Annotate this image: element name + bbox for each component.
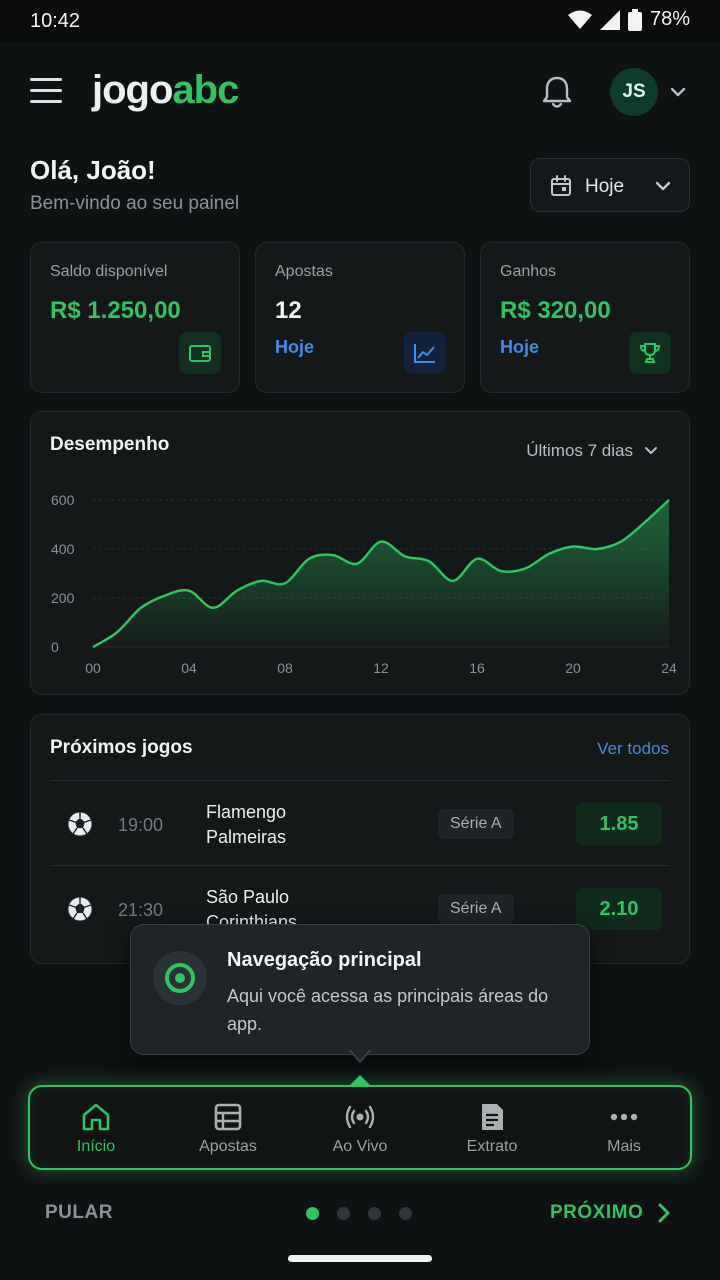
date-filter-select[interactable]: Hoje	[530, 158, 690, 212]
x-tick-label: 08	[277, 660, 293, 676]
soccer-ball-icon	[67, 811, 93, 837]
hamburger-menu-button[interactable]	[30, 78, 62, 104]
tooltip-title: Navegação principal	[227, 949, 422, 971]
notifications-bell-icon[interactable]	[540, 74, 574, 110]
cell-signal-icon	[599, 9, 620, 30]
next-button[interactable]: PRÓXIMO	[550, 1202, 671, 1224]
chevron-right-icon	[658, 1203, 670, 1223]
x-tick-label: 20	[565, 660, 581, 676]
progress-dot-active	[306, 1207, 319, 1220]
app-logo: jogoabc	[92, 68, 239, 112]
target-icon	[153, 951, 207, 1005]
bets-period: Hoje	[275, 337, 315, 357]
bets-label: Apostas	[275, 263, 333, 280]
nav-label: Ao Vivo	[332, 1138, 388, 1155]
more-icon	[610, 1113, 638, 1121]
see-all-link[interactable]: Ver todos	[597, 739, 669, 759]
bottom-navigation: Início Apostas Ao Vivo Extrato Mais	[28, 1085, 692, 1170]
balance-label: Saldo disponível	[50, 263, 168, 280]
y-tick-label: 200	[51, 590, 75, 606]
battery-icon	[627, 8, 642, 31]
onboarding-progress-dots	[306, 1207, 412, 1220]
nav-item-bets[interactable]: Apostas	[162, 1087, 294, 1168]
soccer-ball-icon	[67, 896, 93, 922]
nav-label: Início	[76, 1138, 116, 1155]
wifi-icon	[567, 10, 592, 29]
bets-value: 12	[275, 297, 302, 324]
line-chart-icon	[404, 332, 446, 374]
nav-item-home[interactable]: Início	[30, 1087, 162, 1168]
list-icon	[214, 1103, 242, 1131]
next-label: PRÓXIMO	[550, 1202, 644, 1223]
live-broadcast-icon	[345, 1105, 375, 1129]
winnings-label: Ganhos	[500, 263, 557, 280]
nav-item-more[interactable]: Mais	[558, 1087, 690, 1168]
skip-button[interactable]: PULAR	[45, 1202, 113, 1224]
y-tick-label: 600	[51, 492, 75, 508]
league-badge: Série A	[438, 809, 514, 839]
game-row[interactable]: 19:00 Flamengo Palmeiras Série A 1.85	[50, 780, 670, 866]
calendar-icon	[551, 175, 571, 196]
greeting-title: Olá, João!	[30, 155, 156, 185]
nav-item-statement[interactable]: Extrato	[426, 1087, 558, 1168]
home-indicator	[288, 1255, 432, 1262]
x-tick-label: 04	[181, 660, 197, 676]
nav-highlight-caret	[350, 1075, 370, 1085]
home-icon	[82, 1103, 110, 1131]
chevron-down-icon	[655, 181, 671, 191]
games-title: Próximos jogos	[50, 737, 193, 758]
nav-label: Apostas	[199, 1138, 257, 1155]
balance-card[interactable]: Saldo disponível R$ 1.250,00	[30, 242, 240, 393]
balance-value: R$ 1.250,00	[50, 297, 181, 324]
wallet-icon	[179, 332, 221, 374]
odd-button[interactable]: 1.85	[576, 803, 662, 845]
status-icons: 78%	[567, 8, 690, 31]
nav-label: Extrato	[466, 1138, 518, 1155]
x-tick-label: 24	[661, 660, 677, 676]
away-team: Palmeiras	[206, 827, 287, 847]
battery-level: 78%	[649, 8, 690, 30]
greeting-subtitle: Bem-vindo ao seu painel	[30, 193, 240, 214]
user-avatar[interactable]: JS	[610, 68, 658, 116]
game-time: 21:30	[118, 900, 164, 920]
trophy-icon	[629, 332, 671, 374]
status-bar: 10:42 78%	[0, 0, 720, 42]
nav-item-live[interactable]: Ao Vivo	[294, 1087, 426, 1168]
progress-dot	[337, 1207, 350, 1220]
x-tick-label: 12	[373, 660, 389, 676]
statement-icon	[482, 1104, 503, 1130]
winnings-card[interactable]: Ganhos R$ 320,00 Hoje	[480, 242, 690, 393]
home-team: Flamengo	[206, 802, 287, 822]
y-tick-label: 0	[51, 639, 59, 655]
bets-card[interactable]: Apostas 12 Hoje	[255, 242, 465, 393]
tooltip-text: Aqui você acessa as principais áreas do …	[227, 986, 549, 1034]
winnings-value: R$ 320,00	[500, 297, 611, 324]
performance-chart: 0 200 400 600 00 04 08 12 16 20 24	[51, 492, 677, 676]
nav-label: Mais	[607, 1138, 641, 1155]
y-tick-label: 400	[51, 541, 75, 557]
onboarding-tooltip: Navegação principal Aqui você acessa as …	[130, 924, 590, 1055]
progress-dot	[368, 1207, 381, 1220]
status-time: 10:42	[30, 10, 81, 32]
performance-chart-card: Desempenho Últimos 7 dias 0 200 400 600 00 04…	[30, 411, 690, 695]
league-badge: Série A	[438, 894, 514, 924]
app-header: jogoabc JS	[0, 42, 720, 142]
tooltip-arrow-inner	[350, 1049, 370, 1060]
date-filter-value: Hoje	[585, 176, 625, 197]
chevron-down-icon[interactable]	[668, 82, 688, 102]
winnings-period: Hoje	[500, 337, 540, 357]
game-time: 19:00	[118, 815, 164, 835]
home-team: São Paulo	[206, 887, 290, 907]
x-tick-label: 16	[469, 660, 485, 676]
progress-dot	[399, 1207, 412, 1220]
odd-button[interactable]: 2.10	[576, 888, 662, 930]
x-tick-label: 00	[85, 660, 101, 676]
chart-area-fill	[93, 500, 669, 647]
